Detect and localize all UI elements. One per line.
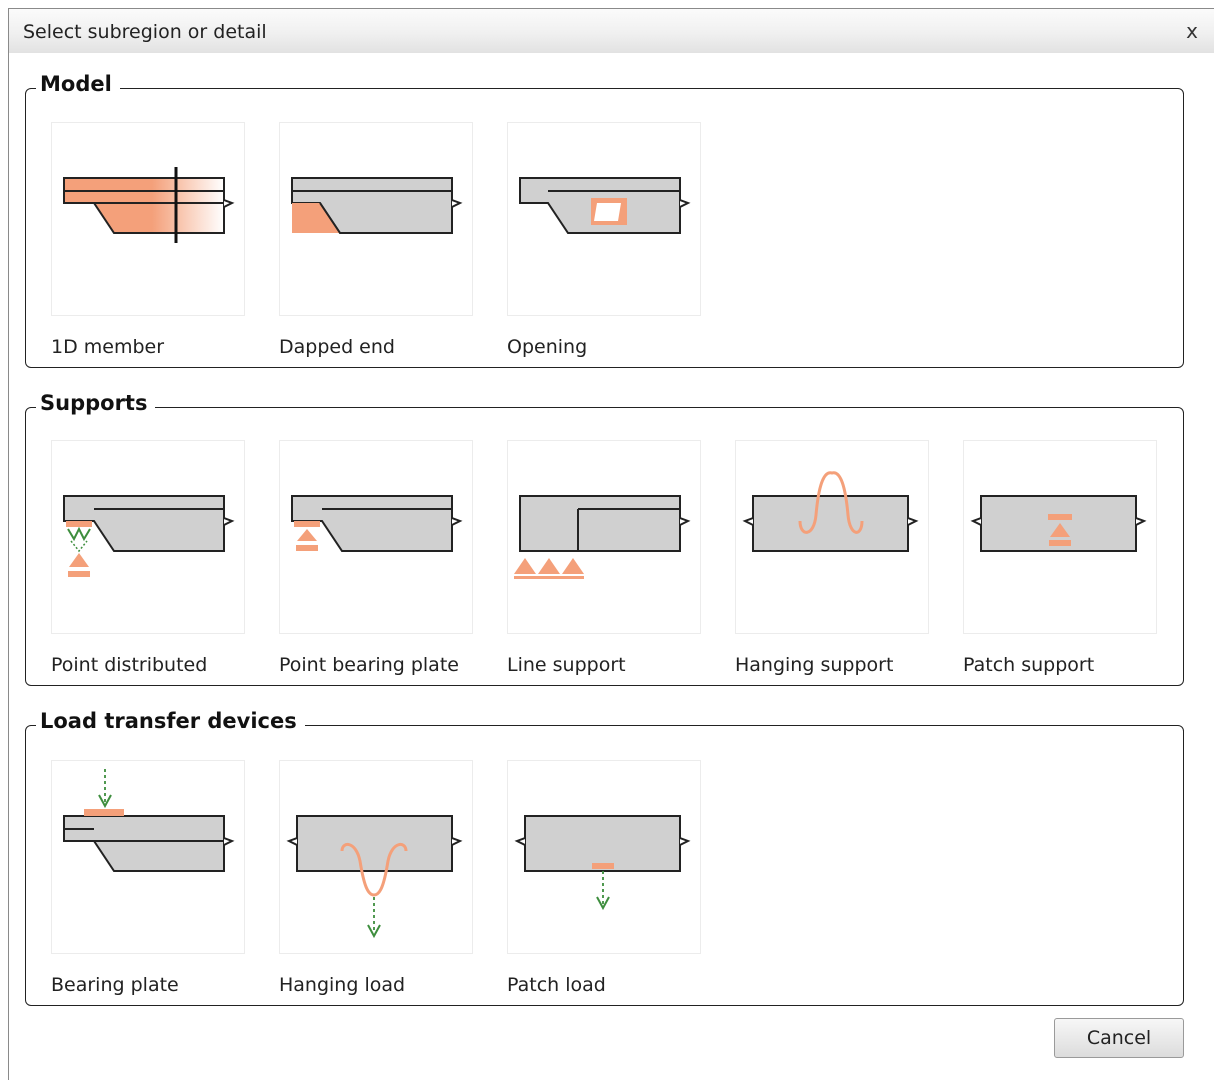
tile-line-support[interactable]: Line support: [507, 440, 701, 676]
tile-label: Patch support: [963, 654, 1095, 676]
point-distributed-icon: [51, 440, 245, 634]
hanging-load-icon: [279, 760, 473, 954]
tile-hanging-load[interactable]: Hanging load: [279, 760, 473, 996]
tile-bearing-plate[interactable]: Bearing plate: [51, 760, 245, 996]
dapped-end-icon: [279, 122, 473, 316]
tile-label: Hanging load: [279, 974, 406, 996]
hanging-support-icon: [735, 440, 929, 634]
group-model: Model 1D member Dapped end Opening: [25, 72, 1184, 368]
tile-1d-member[interactable]: 1D member: [51, 122, 245, 358]
line-support-icon: [507, 440, 701, 634]
tile-patch-load[interactable]: Patch load: [507, 760, 701, 996]
group-label-model: Model: [36, 72, 120, 96]
opening-icon: [507, 122, 701, 316]
bearing-plate-icon: [51, 760, 245, 954]
tile-point-distributed[interactable]: Point distributed: [51, 440, 245, 676]
cancel-button[interactable]: Cancel: [1054, 1018, 1184, 1058]
title-bar: Select subregion or detail x: [9, 9, 1214, 53]
group-label-supports: Supports: [36, 391, 156, 415]
dialog-title: Select subregion or detail: [23, 21, 267, 43]
tile-label: 1D member: [51, 336, 165, 358]
tile-label: Bearing plate: [51, 974, 179, 996]
1d-member-icon: [51, 122, 245, 316]
group-label-load-transfer: Load transfer devices: [36, 709, 305, 733]
tile-hanging-support[interactable]: Hanging support: [735, 440, 929, 676]
group-load-transfer: Load transfer devices Bearing plate Hang…: [25, 709, 1184, 1006]
tile-label: Point distributed: [51, 654, 208, 676]
group-supports: Supports Point distributed Point bearing…: [25, 391, 1184, 686]
tile-label: Patch load: [507, 974, 606, 996]
tile-label: Hanging support: [735, 654, 894, 676]
tile-label: Dapped end: [279, 336, 395, 358]
patch-load-icon: [507, 760, 701, 954]
point-bearing-plate-icon: [279, 440, 473, 634]
tile-patch-support[interactable]: Patch support: [963, 440, 1157, 676]
tile-dapped-end[interactable]: Dapped end: [279, 122, 473, 358]
tile-label: Point bearing plate: [279, 654, 459, 676]
close-icon[interactable]: x: [1182, 19, 1202, 43]
tile-opening[interactable]: Opening: [507, 122, 701, 358]
patch-support-icon: [963, 440, 1157, 634]
tile-label: Opening: [507, 336, 588, 358]
tile-label: Line support: [507, 654, 626, 676]
tile-point-bearing-plate[interactable]: Point bearing plate: [279, 440, 473, 676]
